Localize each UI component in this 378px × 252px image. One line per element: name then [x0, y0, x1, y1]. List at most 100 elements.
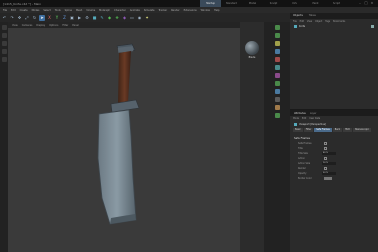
redo-icon[interactable]: ↷: [9, 15, 15, 21]
lock-icon[interactable]: [274, 65, 280, 70]
attributes-tab[interactable]: Attributes: [294, 112, 306, 115]
menu-animate[interactable]: Animate: [130, 9, 140, 12]
subtab-basic[interactable]: Basic: [293, 128, 303, 132]
menu-window[interactable]: Window: [201, 9, 210, 12]
material-swatch[interactable]: [245, 41, 259, 55]
object-row[interactable]: Knife: [290, 24, 378, 29]
attributes-menu-user-data[interactable]: User Data: [309, 117, 320, 120]
border-color-swatch[interactable]: [324, 177, 332, 180]
weld-icon[interactable]: [274, 105, 280, 110]
menu-character[interactable]: Character: [114, 9, 126, 12]
menu-tracker[interactable]: Tracker: [158, 9, 167, 12]
y-axis-icon[interactable]: Y: [54, 15, 60, 21]
render-checkbox[interactable]: [324, 167, 327, 170]
model-mode-icon[interactable]: [1, 33, 7, 38]
camera-icon[interactable]: ◉: [137, 15, 143, 21]
layout-tab-script[interactable]: Script: [326, 0, 347, 7]
close-icon[interactable]: ×: [370, 1, 374, 5]
viewport-menu-filter[interactable]: Filter: [62, 24, 68, 27]
knife-tool-icon[interactable]: [274, 81, 280, 86]
menu-render[interactable]: Render: [171, 9, 180, 12]
subtab-back[interactable]: Back: [332, 128, 343, 132]
render-icon[interactable]: ▶: [77, 15, 83, 21]
objects-menu-bookmarks[interactable]: Bookmarks: [333, 20, 345, 23]
objects-menu-edit[interactable]: Edit: [300, 20, 304, 23]
menu-tools[interactable]: Tools: [55, 9, 61, 12]
action-checkbox[interactable]: [324, 157, 327, 160]
cube-icon[interactable]: ■: [92, 15, 98, 21]
menu-volume[interactable]: Volume: [86, 9, 95, 12]
menu-spline[interactable]: Spline: [65, 9, 72, 12]
menu-simulate[interactable]: Simulate: [144, 9, 155, 12]
3d-viewport[interactable]: [8, 28, 240, 252]
menu-edit[interactable]: Edit: [11, 9, 16, 12]
polygons-mode-icon[interactable]: [1, 57, 7, 62]
axis-icon[interactable]: [274, 41, 280, 46]
maximize-icon[interactable]: □: [364, 1, 368, 5]
layout-tab-model[interactable]: Model: [242, 0, 263, 7]
subtab-hud[interactable]: HUD: [343, 128, 352, 132]
viewport-menu-view[interactable]: View: [12, 24, 18, 27]
record-icon[interactable]: [274, 57, 280, 62]
make-editable-icon[interactable]: [1, 25, 7, 30]
viewport-menu-panel[interactable]: Panel: [72, 24, 78, 27]
layout-tab-startup[interactable]: Startup: [200, 0, 221, 7]
objects-menu-file[interactable]: File: [293, 20, 297, 23]
menu-create[interactable]: Create: [20, 9, 28, 12]
objects-menu-tags[interactable]: Tags: [325, 20, 330, 23]
paint-icon[interactable]: [274, 73, 280, 78]
material-tag-icon[interactable]: [371, 25, 374, 28]
menu-file[interactable]: File: [3, 9, 7, 12]
solo-icon[interactable]: [274, 49, 280, 54]
opacity-input[interactable]: 50 %: [322, 171, 336, 176]
layout-tab-uvs[interactable]: UVs: [284, 0, 305, 7]
array-icon[interactable]: ❖: [114, 15, 120, 21]
safe-frames-checkbox[interactable]: [324, 142, 327, 145]
menu-mograph[interactable]: MoGraph: [99, 9, 110, 12]
layout-tab-sculpt[interactable]: Sculpt: [263, 0, 284, 7]
floor-icon[interactable]: ▭: [129, 15, 135, 21]
z-axis-icon[interactable]: Z: [62, 15, 68, 21]
menu-help[interactable]: Help: [214, 9, 219, 12]
render-settings-icon[interactable]: ⚙: [84, 15, 90, 21]
viewport-menu-options[interactable]: Options: [49, 24, 58, 27]
deformer-icon[interactable]: ◈: [122, 15, 128, 21]
undo-icon[interactable]: ↶: [2, 15, 8, 21]
edges-mode-icon[interactable]: [1, 49, 7, 54]
takes-tab[interactable]: Takes: [309, 13, 316, 19]
menu-modes[interactable]: Modes: [32, 9, 40, 12]
bridge-icon[interactable]: [274, 113, 280, 118]
x-axis-icon[interactable]: X: [47, 15, 53, 21]
select-icon[interactable]: ➤: [39, 14, 45, 21]
viewport-menu-cameras[interactable]: Cameras: [22, 24, 33, 27]
workplane-icon[interactable]: [274, 33, 280, 38]
pen-icon[interactable]: ✎: [99, 15, 105, 21]
menu-select[interactable]: Select: [43, 9, 50, 12]
points-mode-icon[interactable]: [1, 41, 7, 46]
title-size-input[interactable]: 80 %: [322, 151, 336, 156]
title-checkbox[interactable]: [324, 147, 327, 150]
extrude-icon[interactable]: [274, 89, 280, 94]
action-size-input[interactable]: 90 %: [322, 161, 336, 166]
render-view-icon[interactable]: ▣: [69, 15, 75, 21]
attributes-menu-mode[interactable]: Mode: [293, 117, 299, 120]
light-icon[interactable]: ✦: [144, 15, 150, 21]
subdivision-icon[interactable]: ◆: [107, 15, 113, 21]
objects-menu-view[interactable]: View: [307, 20, 312, 23]
scale-icon[interactable]: ⤢: [24, 15, 30, 21]
menu-extensions[interactable]: Extensions: [184, 9, 197, 12]
move-icon[interactable]: ✥: [17, 15, 23, 21]
minimize-icon[interactable]: –: [358, 1, 362, 5]
menu-mesh[interactable]: Mesh: [76, 9, 82, 12]
subtab-filter[interactable]: Filter: [303, 128, 314, 132]
snap-icon[interactable]: [274, 25, 280, 30]
subtab-stereoscopic[interactable]: Stereoscopic: [352, 128, 371, 132]
viewport-menu-display[interactable]: Display: [36, 24, 45, 27]
layer-tab[interactable]: Layer: [310, 112, 317, 115]
attributes-menu-edit[interactable]: Edit: [302, 117, 306, 120]
subtab-safe-frames[interactable]: Safe Frames: [314, 128, 332, 132]
layout-tab-paint[interactable]: Paint: [305, 0, 326, 7]
layout-tab-standard[interactable]: Standard: [221, 0, 242, 7]
objects-tab[interactable]: Objects: [293, 13, 303, 19]
rotate-icon[interactable]: ↻: [32, 15, 38, 21]
